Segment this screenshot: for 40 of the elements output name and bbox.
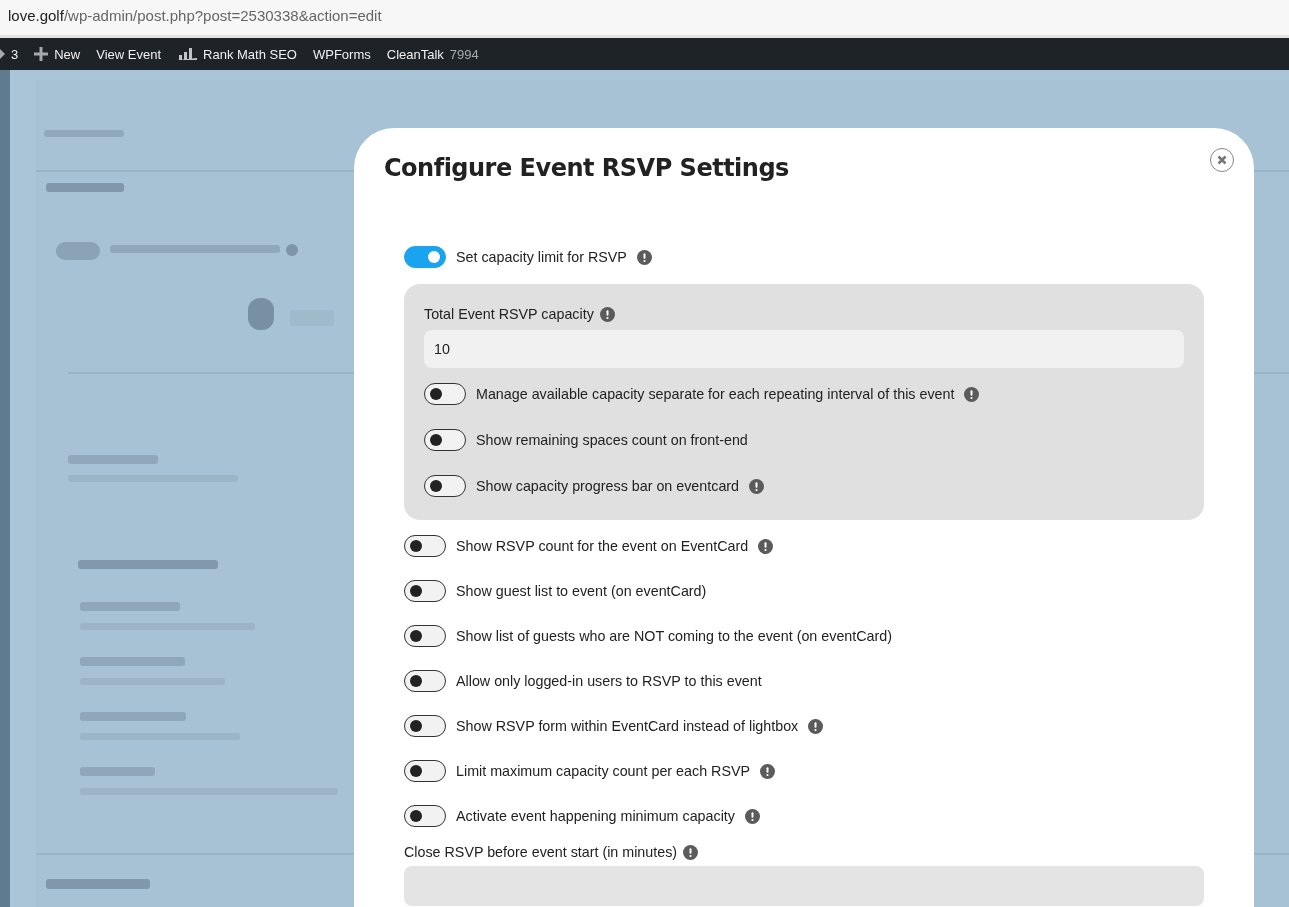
toggle-label: Show RSVP count for the event on EventCard (456, 538, 749, 554)
field-label: Total Event RSVP capacity (424, 306, 594, 322)
seo-menu[interactable]: Rank Math SEO (169, 38, 305, 70)
new-menu[interactable]: New (26, 38, 89, 70)
comment-icon (0, 49, 5, 59)
toggle-label: Show RSVP form within EventCard instead of lightbox (456, 718, 799, 734)
toolbar-link[interactable]: WPForms (305, 38, 379, 70)
toggle-switch[interactable] (404, 580, 446, 602)
plus-icon (34, 47, 49, 61)
minutes-input[interactable] (404, 866, 1204, 906)
toolbar-link[interactable]: CleanTalk 7994 (378, 38, 487, 70)
toggle-switch[interactable] (404, 670, 446, 692)
toggle-switch[interactable] (404, 535, 446, 557)
toggle-label: Allow only logged-in users to RSVP to this event (456, 673, 762, 689)
toggle-switch[interactable] (424, 429, 466, 451)
toggle-switch[interactable] (424, 475, 466, 497)
blurred-icon (286, 244, 298, 256)
comments-link[interactable]: 3 (0, 38, 27, 70)
toggle-label: Limit maximum capacity count per each RSVP (456, 763, 750, 779)
toggle-label: Show capacity progress bar on eventcard (476, 478, 740, 494)
toggle-label: Show list of guests who are NOT coming to the event (on eventCard) (456, 628, 892, 644)
toggle-switch[interactable] (404, 246, 446, 268)
toggle-switch[interactable] (404, 760, 446, 782)
capacity-input[interactable]: 10 (424, 330, 1184, 368)
toggle-switch[interactable] (404, 715, 446, 737)
dialog-title: Configure Event RSVP Settings (384, 154, 789, 182)
field-label: Close RSVP before event start (in minutes) (404, 844, 678, 860)
toggle-switch[interactable] (424, 383, 466, 405)
url-text[interactable]: love.golf/wp-admin/post.php?post=2530338&action=edit (8, 7, 382, 24)
toggle-label: Show remaining spaces count on front-end (476, 432, 748, 448)
toggle-label: Manage available capacity separate for each repeating interval of this event (476, 386, 955, 402)
close-button[interactable] (1210, 148, 1234, 172)
toggle-label: Activate event happening minimum capacity (456, 808, 735, 824)
toggle-label: Show guest list to event (on eventCard) (456, 583, 707, 599)
close-icon (1217, 155, 1227, 165)
toggle-switch[interactable] (404, 625, 446, 647)
toggle-label: Set capacity limit for RSVP (456, 249, 627, 265)
bar-chart-icon (177, 47, 198, 61)
toolbar-link[interactable]: View Event (88, 38, 170, 70)
toggle-switch[interactable] (404, 805, 446, 827)
